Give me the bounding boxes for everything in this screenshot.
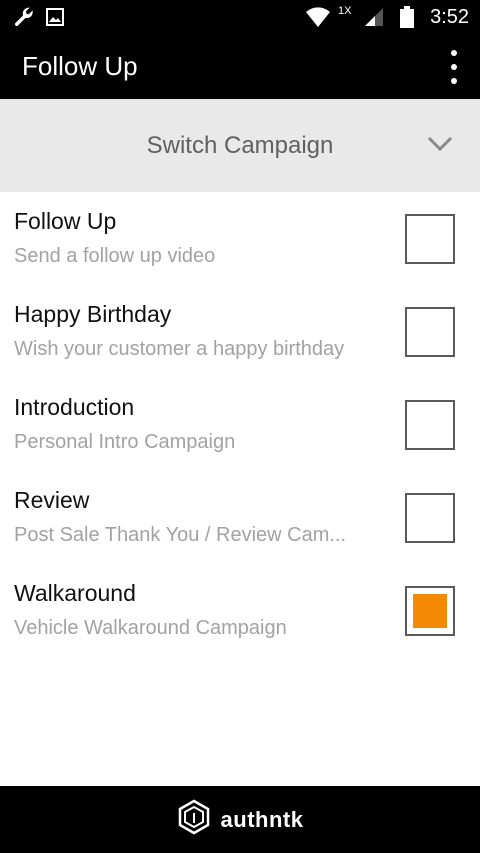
status-time: 3:52 [430, 6, 469, 28]
campaign-subtitle: Personal Intro Campaign [14, 431, 236, 453]
campaign-checkbox[interactable] [405, 214, 455, 264]
campaign-item-review[interactable]: Review Post Sale Thank You / Review Cam.… [0, 471, 480, 564]
signal-icon [363, 0, 385, 34]
campaign-subtitle: Wish your customer a happy birthday [14, 338, 345, 360]
campaign-subtitle: Vehicle Walkaround Campaign [14, 617, 287, 639]
wrench-icon [12, 0, 36, 34]
campaign-item-walkaround[interactable]: Walkaround Vehicle Walkaround Campaign [0, 564, 480, 657]
campaign-subtitle: Post Sale Thank You / Review Cam... [14, 524, 347, 546]
wifi-icon [305, 0, 331, 34]
battery-icon [400, 0, 414, 34]
page-title: Follow Up [22, 51, 138, 81]
more-vert-icon[interactable] [450, 50, 458, 84]
campaign-title: Review [14, 487, 90, 513]
network-type-label: 1X [338, 5, 352, 17]
switch-campaign-label: Switch Campaign [146, 132, 334, 159]
chevron-down-icon [426, 135, 454, 158]
campaign-title: Walkaround [14, 580, 136, 606]
campaign-checkbox[interactable] [405, 586, 455, 636]
campaign-title: Follow Up [14, 208, 117, 234]
campaign-item-happy-birthday[interactable]: Happy Birthday Wish your customer a happ… [0, 285, 480, 378]
switch-campaign-button[interactable]: Switch Campaign [0, 99, 480, 192]
campaign-list: Follow Up Send a follow up video Happy B… [0, 192, 480, 657]
campaign-checkbox[interactable] [405, 493, 455, 543]
campaign-checkbox[interactable] [405, 307, 455, 357]
campaign-title: Happy Birthday [14, 301, 172, 327]
campaign-title: Introduction [14, 394, 135, 420]
campaign-item-follow-up[interactable]: Follow Up Send a follow up video [0, 192, 480, 285]
campaign-item-introduction[interactable]: Introduction Personal Intro Campaign [0, 378, 480, 471]
campaign-checkbox[interactable] [405, 400, 455, 450]
campaign-subtitle: Send a follow up video [14, 245, 216, 267]
authntk-logo-icon [177, 799, 211, 840]
app-bar: Follow Up [0, 34, 480, 99]
image-icon [45, 0, 65, 34]
footer-brand: authntk [220, 806, 304, 832]
status-bar: 1X 3:52 [0, 0, 480, 34]
footer: authntk [0, 786, 480, 853]
